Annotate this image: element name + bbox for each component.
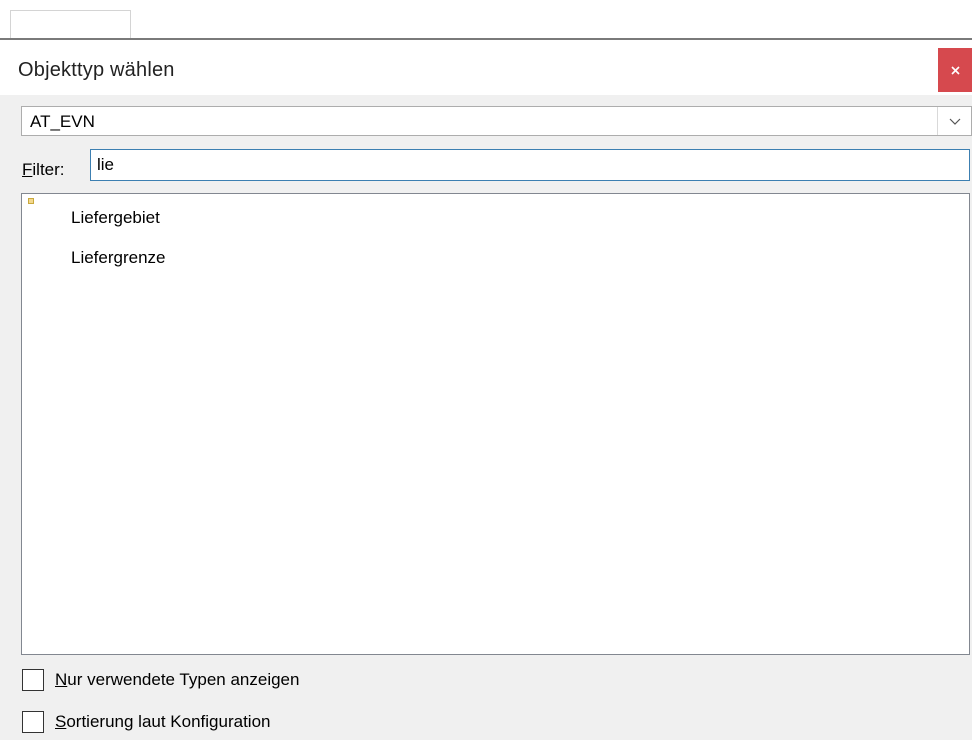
close-button[interactable] [938,48,972,92]
list-item-liefergebiet[interactable]: Liefergebiet [71,208,160,228]
dialog-title-bar: Objekttyp wählen [0,40,972,95]
option-sort-config-row[interactable]: Sortierung laut Konfiguration [22,710,270,734]
used-types-checkbox[interactable] [22,669,44,691]
list-item-liefergrenze[interactable]: Liefergrenze [71,248,166,268]
background-window-tab [10,10,131,38]
filter-label: Filter: [22,160,65,180]
object-type-list[interactable]: Liefergebiet Liefergrenze [21,193,970,655]
select-object-type-dialog: Objekttyp wählen AT_EVN Filter: Lieferge… [0,40,972,740]
option-used-types-row[interactable]: Nur verwendete Typen anzeigen [22,668,299,692]
object-type-dropdown-value: AT_EVN [30,112,95,131]
dropdown-button[interactable] [937,107,971,135]
dialog-title: Objekttyp wählen [18,59,175,81]
used-types-label-text: ur verwendete Typen anzeigen [67,670,300,689]
sort-config-accesskey: S [55,712,67,731]
sort-config-label[interactable]: Sortierung laut Konfiguration [55,712,270,732]
close-icon [950,65,960,75]
used-types-label[interactable]: Nur verwendete Typen anzeigen [55,670,299,690]
filter-input[interactable] [90,149,970,181]
object-type-dropdown[interactable]: AT_EVN [21,106,972,136]
used-types-accesskey: N [55,670,68,689]
filter-label-accesskey: F [22,160,33,179]
background-window-strip [0,0,972,40]
sort-config-checkbox[interactable] [22,711,44,733]
sort-config-label-text: ortierung laut Konfiguration [66,712,271,731]
chevron-down-icon [949,118,960,125]
folder-icon [28,198,34,204]
filter-label-text: ilter: [32,160,65,179]
